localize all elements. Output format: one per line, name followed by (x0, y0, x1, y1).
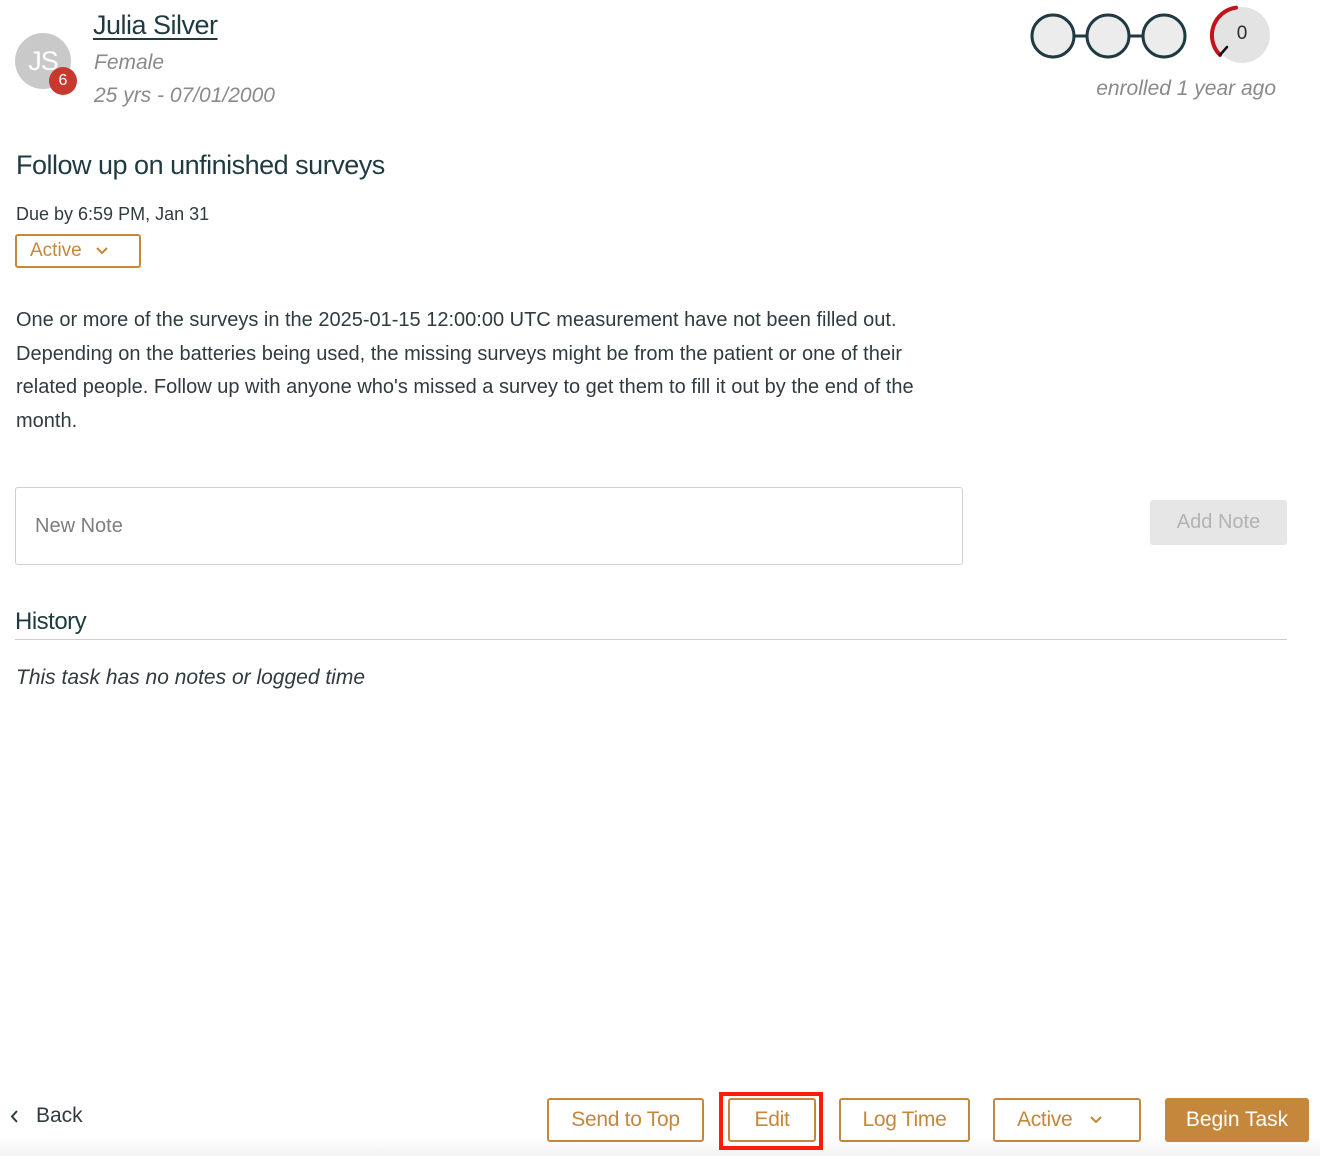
progress-steps-icon (1030, 13, 1187, 59)
task-title: Follow up on unfinished surveys (16, 150, 385, 180)
progress-step-1 (1030, 13, 1076, 59)
log-time-button[interactable]: Log Time (839, 1098, 970, 1142)
notification-count: 6 (58, 72, 68, 89)
patient-gender: Female (94, 51, 165, 74)
progress-step-2 (1085, 13, 1131, 59)
new-note-input[interactable] (15, 487, 963, 565)
score-value: 0 (1236, 23, 1248, 44)
back-button[interactable]: Back (10, 1104, 83, 1128)
edit-button[interactable]: Edit (728, 1098, 816, 1142)
task-description: One or more of the surveys in the 2025-0… (16, 309, 914, 432)
add-note-button[interactable]: Add Note (1150, 500, 1287, 545)
send-to-top-button[interactable]: Send to Top (547, 1098, 704, 1142)
chevron-down-icon (1090, 1116, 1103, 1124)
task-due-date: Due by 6:59 PM, Jan 31 (16, 204, 210, 224)
history-empty-message: This task has no notes or logged time (16, 666, 366, 689)
chevron-down-icon (96, 247, 108, 255)
footer-status-dropdown[interactable]: Active (993, 1098, 1141, 1142)
task-status-dropdown[interactable]: Active (15, 234, 141, 268)
patient-name-link[interactable]: Julia Silver (93, 10, 218, 41)
task-status-label: Active (30, 240, 82, 261)
enrolled-text: enrolled 1 year ago (1096, 77, 1276, 100)
history-heading: History (15, 608, 87, 635)
history-divider (15, 639, 1287, 640)
progress-step-3 (1141, 13, 1187, 59)
footer-status-label: Active (1017, 1108, 1073, 1131)
notification-badge: 6 (49, 67, 77, 95)
task-detail-page: JS 6 Julia Silver Female 25 yrs - 07/01/… (0, 0, 1320, 1156)
patient-age-dob: 25 yrs - 07/01/2000 (94, 84, 275, 107)
chevron-left-icon (10, 1109, 18, 1123)
begin-task-button[interactable]: Begin Task (1165, 1098, 1309, 1142)
back-label: Back (36, 1104, 83, 1127)
